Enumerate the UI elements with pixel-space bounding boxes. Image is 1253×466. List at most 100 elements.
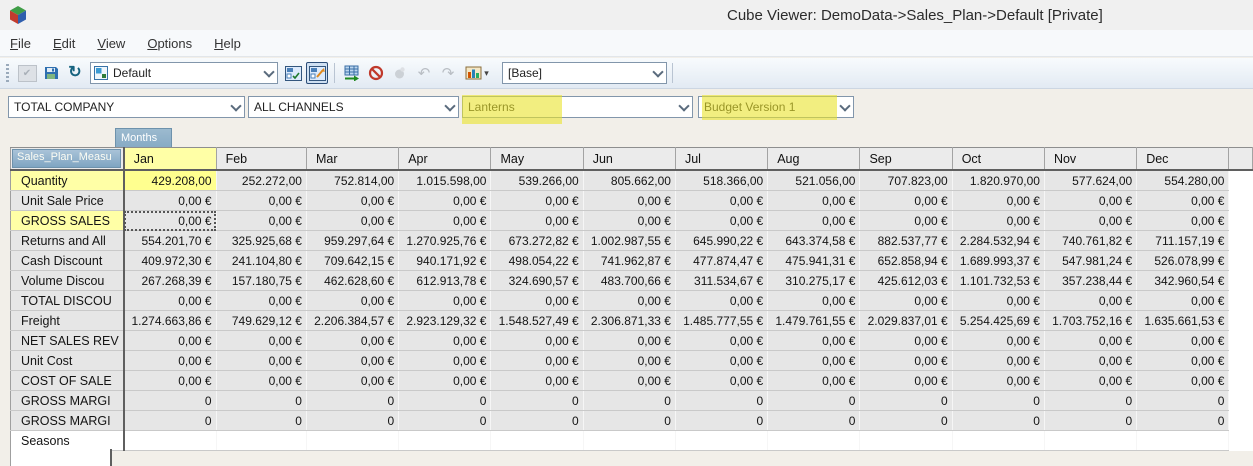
grid-cell[interactable]: 0,00 € [1137,211,1229,231]
grid-cell[interactable]: 0,00 € [1137,351,1229,371]
menu-options[interactable]: Options [147,36,192,51]
grid-cell[interactable]: 0,00 € [768,351,860,371]
grid-cell[interactable]: 0,00 € [306,331,398,351]
menu-help[interactable]: Help [214,36,241,51]
grid-cell[interactable]: 0,00 € [216,191,306,211]
grid-cell[interactable]: 0 [952,391,1044,411]
column-header-nov[interactable]: Nov [1044,148,1136,171]
grid-cell[interactable]: 0,00 € [124,371,216,391]
grid-cell[interactable]: 0 [768,411,860,431]
grid-cell[interactable]: 0,00 € [675,351,767,371]
grid-cell[interactable]: 2.284.532,94 € [952,231,1044,251]
row-label[interactable]: GROSS MARGI [11,391,124,411]
grid-cell[interactable]: 0,00 € [399,331,491,351]
grid-cell[interactable]: 0,00 € [952,351,1044,371]
grid-cell[interactable]: 741.962,87 € [583,251,675,271]
filter-product[interactable]: Lanterns [462,96,693,118]
grid-cell[interactable] [124,431,216,451]
column-header-aug[interactable]: Aug [768,148,860,171]
grid-cell[interactable]: 0,00 € [399,291,491,311]
grid-cell[interactable]: 0 [399,411,491,431]
grid-cell[interactable]: 0,00 € [1044,291,1136,311]
grid-cell[interactable]: 0 [306,391,398,411]
grid-cell[interactable]: 311.534,67 € [675,271,767,291]
undo-button[interactable]: ↶ [413,62,435,84]
column-header-may[interactable]: May [491,148,583,171]
grid-cell[interactable]: 0,00 € [952,191,1044,211]
grid-cell[interactable] [675,431,767,451]
row-label[interactable]: NET SALES REV [11,331,124,351]
grid-cell[interactable]: 310.275,17 € [768,271,860,291]
filter-all-channels-arrow[interactable] [441,97,458,117]
filter-version-arrow[interactable] [836,97,853,117]
grid-cell[interactable]: 0,00 € [768,291,860,311]
grid-cell[interactable]: 477.874,47 € [675,251,767,271]
grid-cell[interactable]: 429.208,00 [124,170,216,191]
commit-button[interactable]: ✔ [16,62,38,84]
row-label[interactable]: Returns and All [11,231,124,251]
grid-cell[interactable]: 0,00 € [124,351,216,371]
grid-cell[interactable]: 0 [124,411,216,431]
grid-cell[interactable]: 0,00 € [399,371,491,391]
grid-cell[interactable]: 518.366,00 [675,170,767,191]
grid-cell[interactable]: 0,00 € [491,191,583,211]
grid-cell[interactable]: 0,00 € [675,191,767,211]
grid-cell[interactable]: 547.981,24 € [1044,251,1136,271]
grid-cell[interactable]: 1.002.987,55 € [583,231,675,251]
grid-cell[interactable]: 0 [399,391,491,411]
menu-view[interactable]: View [97,36,125,51]
grid-cell[interactable]: 0,00 € [491,211,583,231]
grid-cell[interactable]: 643.374,58 € [768,231,860,251]
grid-cell[interactable]: 5.254.425,69 € [952,311,1044,331]
filter-total-company-arrow[interactable] [227,97,244,117]
base-select[interactable]: [Base] [502,62,667,84]
grid-cell[interactable]: 498.054,22 € [491,251,583,271]
grid-cell[interactable]: 0 [216,391,306,411]
grid-cell[interactable]: 0 [583,411,675,431]
grid-cell[interactable]: 0,00 € [399,351,491,371]
menu-edit[interactable]: Edit [53,36,75,51]
grid-cell[interactable]: 475.941,31 € [768,251,860,271]
row-label[interactable]: COST OF SALE [11,371,124,391]
grid-cell[interactable]: 1.479.761,55 € [768,311,860,331]
grid-cell[interactable]: 749.629,12 € [216,311,306,331]
base-select-arrow[interactable] [649,63,666,83]
grid-cell[interactable]: 539.266,00 [491,170,583,191]
row-dimension-button[interactable]: Sales_Plan_Measu [12,149,121,168]
grid-cell[interactable]: 0,00 € [860,291,952,311]
grid-cell[interactable]: 0,00 € [124,211,216,231]
grid-cell[interactable]: 805.662,00 [583,170,675,191]
grid-cell[interactable]: 0,00 € [860,191,952,211]
grid-cell[interactable]: 0,00 € [399,191,491,211]
grid-cell[interactable] [583,431,675,451]
grid-cell[interactable]: 711.157,19 € [1137,231,1229,251]
drill-button[interactable] [389,62,411,84]
grid-cell[interactable]: 526.078,99 € [1137,251,1229,271]
grid-cell[interactable]: 2.206.384,57 € [306,311,398,331]
grid-cell[interactable]: 0,00 € [216,331,306,351]
grid-cell[interactable]: 0 [952,411,1044,431]
grid-cell[interactable]: 2.306.871,33 € [583,311,675,331]
grid-cell[interactable]: 0,00 € [1044,371,1136,391]
column-header-sep[interactable]: Sep [860,148,952,171]
grid-cell[interactable]: 0 [675,411,767,431]
suspend-updates-button[interactable] [365,62,387,84]
grid-cell[interactable]: 1.689.993,37 € [952,251,1044,271]
grid-cell[interactable] [216,431,306,451]
grid-cell[interactable]: 1.274.663,86 € [124,311,216,331]
row-label[interactable]: Seasons [11,431,124,451]
grid-cell[interactable]: 0,00 € [124,191,216,211]
column-header-feb[interactable]: Feb [216,148,306,171]
grid-cell[interactable]: 0,00 € [675,371,767,391]
grid-cell[interactable]: 0 [860,411,952,431]
grid-cell[interactable] [952,431,1044,451]
recalculate-button[interactable]: ↻ [64,62,86,84]
auto-recalc-toggle[interactable] [306,62,328,84]
grid-cell[interactable]: 157.180,75 € [216,271,306,291]
grid-cell[interactable]: 0 [1044,391,1136,411]
grid-cell[interactable]: 1.015.598,00 [399,170,491,191]
grid-cell[interactable]: 241.104,80 € [216,251,306,271]
row-label[interactable]: Unit Cost [11,351,124,371]
grid-cell[interactable] [491,431,583,451]
grid-cell[interactable] [1044,431,1136,451]
